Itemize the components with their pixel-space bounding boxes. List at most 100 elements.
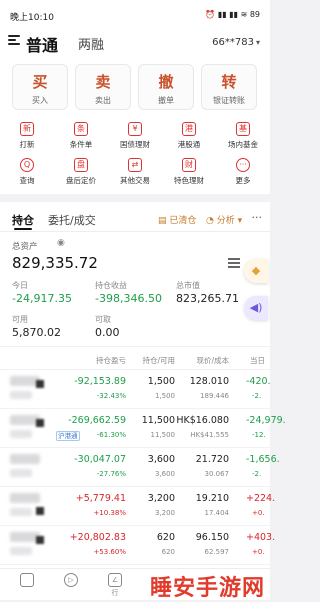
more-options-icon[interactable]: ··· bbox=[252, 211, 263, 224]
row-price: HK$16.080 bbox=[176, 415, 229, 426]
stock-name-redacted bbox=[10, 454, 40, 464]
grid-item-fund[interactable]: 基 场内基金 bbox=[216, 122, 270, 158]
stock-code-redacted bbox=[10, 391, 32, 399]
row-day-pct: -2. bbox=[252, 392, 262, 400]
market-value-label: 总市值 bbox=[176, 281, 200, 290]
grid-item-label: 港股通 bbox=[177, 140, 201, 149]
row-day: -24,979. bbox=[246, 415, 286, 426]
sell-button[interactable]: 卖 卖出 bbox=[75, 64, 131, 110]
grid-item-label: 更多 bbox=[235, 176, 251, 185]
withdrawable-label: 可取 bbox=[95, 315, 111, 324]
grid-item-bond[interactable]: ¥ 国债理财 bbox=[108, 122, 162, 158]
top-bar: 普通 两融 66**783 ▾ bbox=[0, 24, 270, 60]
redaction-mark bbox=[36, 419, 44, 427]
list-icon[interactable] bbox=[228, 258, 242, 268]
column-header-pnl[interactable]: 持仓盈亏 bbox=[96, 355, 126, 366]
watermark-logo: 睡安手游网 bbox=[150, 576, 266, 601]
row-pnl: -269,662.59 bbox=[68, 415, 126, 426]
table-row[interactable]: +5,779.41 +10.38% 3,200 3,200 19.210 17.… bbox=[0, 487, 275, 526]
tab-holdings[interactable]: 持仓 bbox=[12, 212, 34, 228]
grid-item-label: 打新 bbox=[19, 140, 35, 149]
status-time: 晚上10:10 bbox=[10, 13, 54, 23]
table-row[interactable]: -92,153.89 -32.43% 1,500 1,500 128.010 1… bbox=[0, 370, 271, 409]
grid-item-other-trade[interactable]: ⇄ 其他交易 bbox=[108, 158, 162, 194]
available-label: 可用 bbox=[12, 315, 28, 324]
query-icon: Q bbox=[20, 158, 34, 172]
other-trade-icon: ⇄ bbox=[128, 158, 142, 172]
cancel-label: 撤单 bbox=[158, 96, 174, 105]
row-price: 128.010 bbox=[189, 376, 229, 387]
row-day: +224. bbox=[246, 493, 276, 504]
column-header-price[interactable]: 现价/成本 bbox=[196, 355, 229, 366]
column-header-today[interactable]: 当日 bbox=[250, 355, 265, 366]
redaction-mark bbox=[36, 507, 44, 515]
table-row[interactable]: 沪港通 -269,662.59 -61.30% 11,500 11,500 HK… bbox=[0, 409, 286, 448]
redaction-mark bbox=[36, 380, 44, 388]
grid-item-label: 特色理财 bbox=[174, 176, 204, 185]
trade-actions: 买 买入 卖 卖出 撤 撤单 转 银证转账 bbox=[0, 60, 270, 116]
stock-code-redacted bbox=[10, 508, 32, 516]
grid-item-ipo[interactable]: 新 打新 bbox=[0, 122, 54, 158]
cancel-order-button[interactable]: 撤 撤单 bbox=[138, 64, 194, 110]
asset-summary: 总资产 ◉ 829,335.72 今日 -24,917.35 持仓收益 -398… bbox=[0, 232, 270, 346]
row-day-pct: +0. bbox=[252, 548, 265, 556]
analysis-link[interactable]: ◔ 分析 ▾ bbox=[206, 213, 242, 226]
floating-speaker-icon[interactable]: ◀) bbox=[244, 296, 268, 320]
row-price: 19.210 bbox=[195, 493, 229, 504]
home-icon bbox=[20, 573, 34, 587]
tab-orders[interactable]: 委托/成交 bbox=[48, 212, 96, 228]
tab-margin-account[interactable]: 两融 bbox=[78, 34, 104, 53]
transfer-button[interactable]: 转 银证转账 bbox=[201, 64, 257, 110]
column-header-position[interactable]: 持仓/可用 bbox=[142, 355, 175, 366]
row-day: -1,656. bbox=[246, 454, 280, 465]
row-price: 21.720 bbox=[195, 454, 229, 465]
table-row[interactable]: +20,802.83 +53.60% 620 620 96.150 62.597… bbox=[0, 526, 275, 565]
tab-normal-account[interactable]: 普通 bbox=[26, 32, 58, 56]
row-cost: 189.446 bbox=[200, 392, 229, 400]
grid-item-query[interactable]: Q 查询 bbox=[0, 158, 54, 194]
status-bar: 晚上10:10 ⏰ ▮▮ ▮▮ ≋ 89 bbox=[0, 0, 270, 24]
row-day: +403. bbox=[246, 532, 276, 543]
cancel-glyph: 撤 bbox=[158, 73, 174, 91]
account-selector[interactable]: 66**783 ▾ bbox=[212, 37, 260, 48]
grid-item-label: 场内基金 bbox=[228, 140, 258, 149]
row-day: -420. bbox=[246, 376, 271, 387]
market-icon: ▷ bbox=[64, 573, 78, 587]
row-pnl-pct: +53.60% bbox=[93, 548, 126, 556]
grid-item-condition-order[interactable]: 条 条件单 bbox=[54, 122, 108, 158]
eye-icon[interactable]: ◉ bbox=[57, 238, 65, 248]
stock-code-redacted bbox=[10, 469, 32, 477]
new-stock-icon: 新 bbox=[20, 122, 34, 136]
nav-trade[interactable]: ∠ 行 bbox=[100, 573, 130, 598]
row-qty: 620 bbox=[156, 532, 175, 543]
status-icons: ⏰ ▮▮ ▮▮ ≋ 89 bbox=[205, 10, 260, 19]
available-value: 5,870.02 bbox=[12, 326, 61, 339]
cleared-label: 已清仓 bbox=[169, 216, 197, 226]
row-pnl: +20,802.83 bbox=[69, 532, 126, 543]
row-avail: 620 bbox=[161, 548, 175, 556]
grid-item-more[interactable]: ··· 更多 bbox=[216, 158, 270, 194]
grid-item-label: 其他交易 bbox=[120, 176, 150, 185]
row-cost: HK$41.555 bbox=[190, 431, 229, 439]
row-pnl: -30,047.07 bbox=[74, 454, 126, 465]
market-value-value: 823,265.71 bbox=[176, 292, 239, 305]
holding-pnl-label: 持仓收益 bbox=[95, 281, 127, 290]
cleared-positions-link[interactable]: ▤ 已清仓 bbox=[158, 213, 196, 226]
sell-glyph: 卖 bbox=[95, 73, 111, 91]
row-price: 96.150 bbox=[195, 532, 229, 543]
buy-button[interactable]: 买 买入 bbox=[12, 64, 68, 110]
grid-item-hk-connect[interactable]: 港 港股通 bbox=[162, 122, 216, 158]
row-day-pct: -12. bbox=[252, 431, 266, 439]
nav-market[interactable]: ▷ bbox=[56, 573, 86, 588]
grid-item-label: 国债理财 bbox=[120, 140, 150, 149]
table-row[interactable]: -30,047.07 -27.76% 3,600 3,600 21.720 30… bbox=[0, 448, 280, 487]
grid-item-after-hours[interactable]: 盘 盘后定价 bbox=[54, 158, 108, 194]
row-pnl-pct: -32.43% bbox=[96, 392, 126, 400]
nav-home[interactable] bbox=[12, 573, 42, 588]
grid-item-wealth[interactable]: 财 特色理财 bbox=[162, 158, 216, 194]
buy-glyph: 买 bbox=[32, 73, 48, 91]
row-qty: 11,500 bbox=[141, 415, 175, 426]
withdrawable-value: 0.00 bbox=[95, 326, 120, 339]
floating-bell-icon[interactable]: ◆ bbox=[244, 259, 268, 283]
menu-icon[interactable] bbox=[8, 34, 22, 48]
